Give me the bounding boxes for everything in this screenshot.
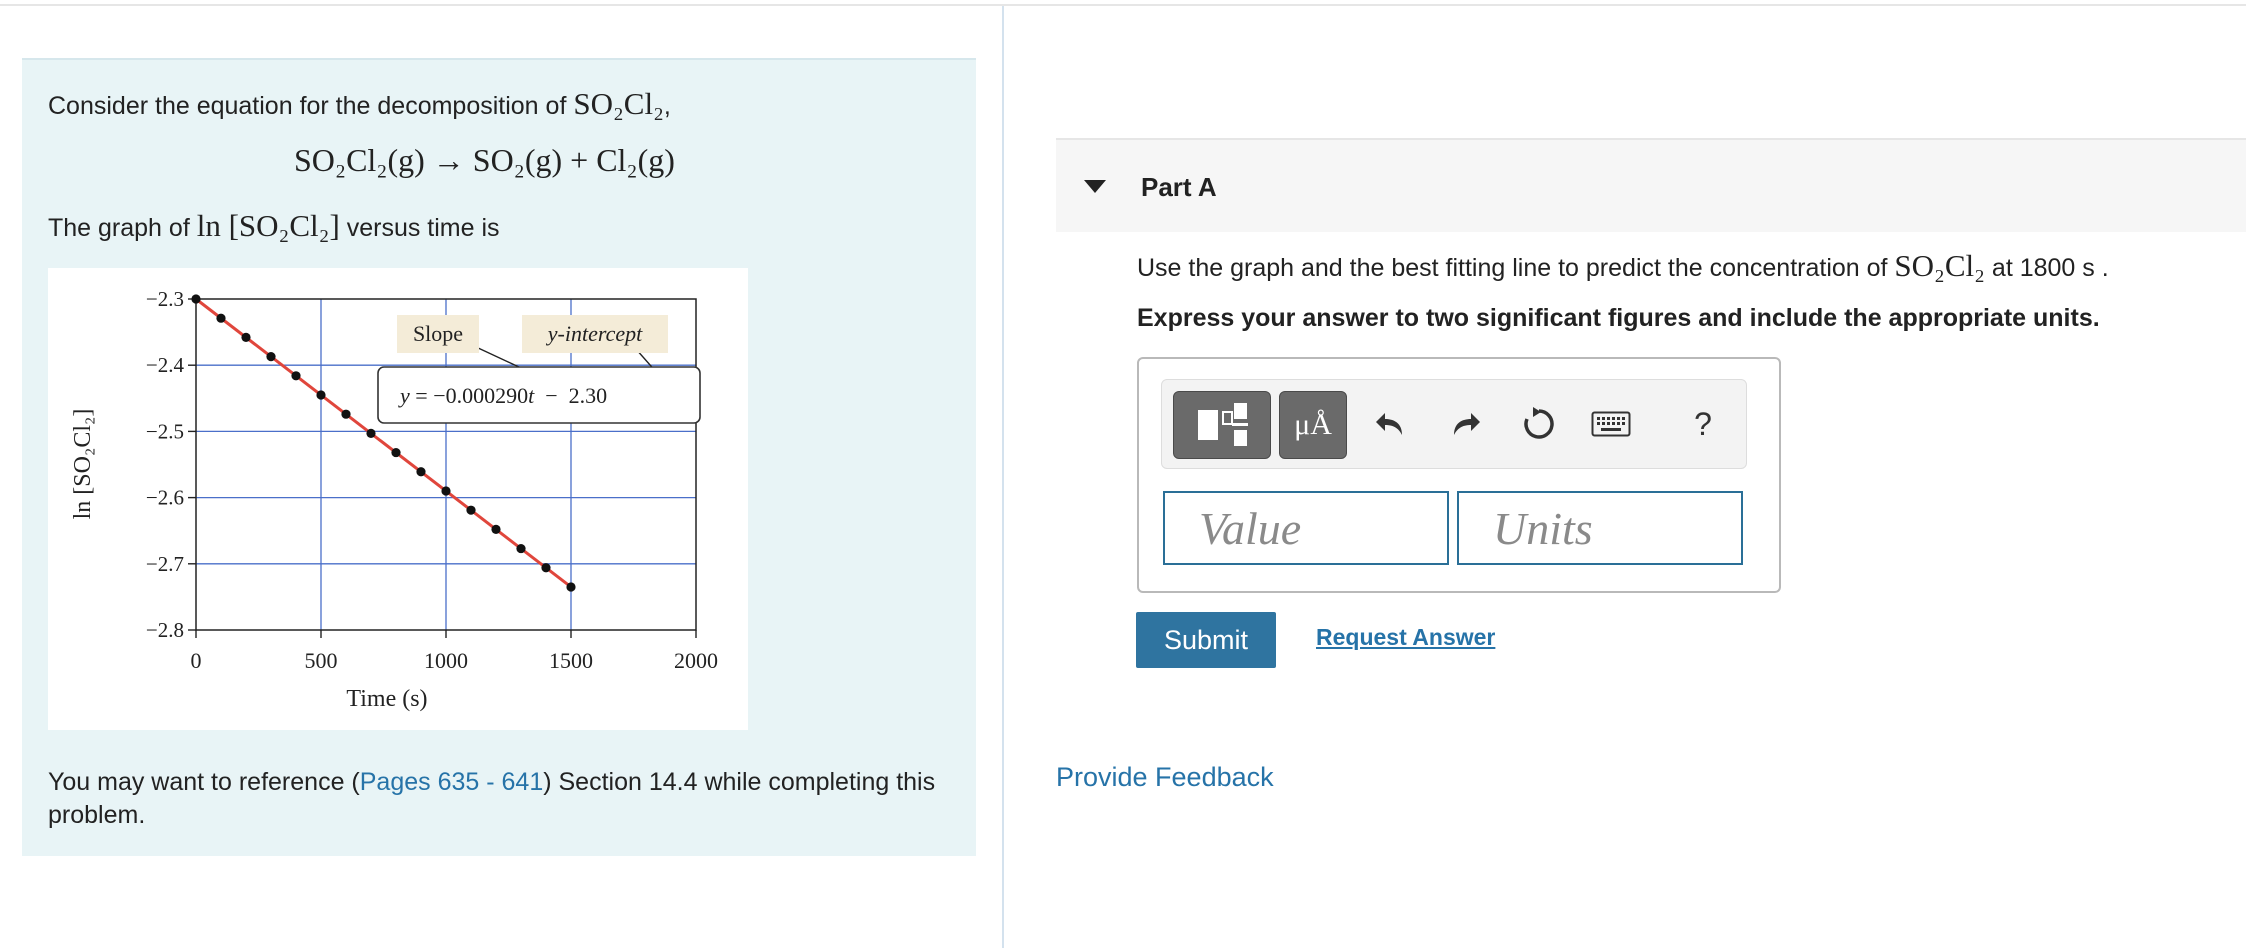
data-point	[266, 351, 276, 362]
graph-intro-text: The graph of ln [SO₂Cl₂] versus time is	[48, 208, 500, 244]
undo-button[interactable]	[1366, 391, 1416, 457]
fit-equation: y = −0.000290t − 2.30	[398, 383, 607, 408]
data-point	[341, 409, 351, 419]
y-tick-label: −2.3	[146, 287, 184, 311]
data-point	[466, 505, 476, 515]
x-tick-label: 500	[305, 648, 338, 673]
y-tick-label: −2.6	[146, 486, 184, 510]
reference-text: You may want to reference (Pages 635 - 6…	[48, 766, 948, 832]
y-tick-label: −2.4	[146, 353, 185, 377]
math-toolbar: μÅ ?	[1161, 379, 1747, 469]
instruction-text: Express your answer to two significant f…	[1137, 304, 2100, 332]
y-tick-label: −2.8	[146, 618, 184, 642]
units-button[interactable]: μÅ	[1279, 391, 1347, 459]
part-a-header[interactable]: Part A	[1056, 138, 2246, 232]
data-point	[316, 390, 326, 400]
templates-icon	[1198, 403, 1248, 446]
reset-button[interactable]	[1514, 391, 1564, 457]
graph-intro-suffix: versus time is	[339, 214, 500, 242]
reset-icon	[1524, 407, 1554, 439]
x-tick-label: 2000	[674, 648, 718, 673]
data-point	[366, 428, 376, 438]
data-point	[566, 582, 576, 592]
slope-label: Slope	[413, 321, 463, 346]
intercept-label: y-intercept	[546, 321, 643, 346]
keyboard-button[interactable]	[1586, 391, 1636, 457]
data-point	[541, 563, 551, 573]
equation-eq: =	[410, 383, 433, 408]
intro-text: Consider the equation for the decomposit…	[48, 86, 671, 122]
x-tick-label: 0	[191, 648, 202, 673]
problem-intro-panel: Consider the equation for the decomposit…	[22, 58, 976, 856]
reference-prefix: You may want to reference (	[48, 768, 360, 796]
intro-text-prefix: Consider the equation for the decomposit…	[48, 92, 574, 120]
y-tick-label: −2.5	[146, 419, 184, 443]
provide-feedback-link[interactable]: Provide Feedback	[1056, 762, 1274, 793]
units-input[interactable]	[1457, 491, 1743, 565]
question-text: Use the graph and the best fitting line …	[1137, 248, 2109, 284]
help-button[interactable]: ?	[1678, 391, 1728, 457]
question-prefix: Use the graph and the best fitting line …	[1137, 254, 1895, 282]
y-axis-label: ln [SO₂Cl₂]	[70, 409, 96, 520]
collapse-caret-icon[interactable]	[1084, 180, 1106, 193]
data-point	[491, 524, 501, 534]
value-input[interactable]	[1163, 491, 1449, 565]
best-fit-line	[195, 297, 572, 589]
data-point	[441, 486, 451, 496]
ln-concentration-vs-time-chart: −2.3 −2.4 −2.5 −2.6 −2.7 −2.8 0 500 1000 1500 200…	[70, 287, 718, 712]
x-tick-label: 1000	[424, 648, 468, 673]
data-point	[291, 371, 301, 381]
pages-link[interactable]: Pages 635 - 641	[360, 768, 543, 796]
keyboard-icon	[1591, 411, 1631, 437]
y-axis-ticks: −2.3 −2.4 −2.5 −2.6 −2.7 −2.8	[146, 287, 196, 642]
data-point	[416, 467, 426, 477]
equation-minus: −	[534, 383, 568, 408]
redo-icon	[1454, 413, 1480, 435]
x-axis-ticks: 0 500 1000 1500 2000	[191, 630, 718, 673]
graph-intro-prefix: The graph of	[48, 214, 197, 242]
templates-button[interactable]	[1173, 391, 1271, 459]
question-suffix: at 1800 s .	[1984, 254, 2109, 282]
intro-text-suffix: ,	[663, 92, 671, 120]
question-formula: SO₂Cl₂	[1894, 248, 1985, 283]
undo-icon	[1376, 413, 1402, 435]
intro-formula: SO₂Cl₂	[573, 86, 664, 121]
data-point	[516, 543, 526, 554]
equation-intercept: 2.30	[569, 383, 608, 408]
graph-figure: −2.3 −2.4 −2.5 −2.6 −2.7 −2.8 0 500 1000 1500 200…	[48, 268, 748, 730]
submit-button[interactable]: Submit	[1136, 612, 1276, 668]
panel-divider	[1002, 6, 1004, 948]
y-tick-label: −2.7	[146, 552, 184, 576]
data-point	[216, 313, 226, 323]
graph-intro-formula: ln [SO₂Cl₂]	[196, 208, 340, 243]
top-rule	[0, 4, 2246, 6]
data-point	[241, 332, 251, 342]
data-point	[191, 294, 201, 304]
redo-button[interactable]	[1440, 391, 1490, 457]
answer-box: μÅ ? Value Units	[1137, 357, 1781, 593]
data-point	[391, 447, 401, 458]
x-tick-label: 1500	[549, 648, 593, 673]
equation-y: y	[398, 383, 410, 408]
x-axis-label: Time (s)	[346, 686, 427, 712]
reaction-equation: SO₂Cl₂(g) → SO₂(g) + Cl₂(g)	[294, 142, 675, 178]
part-title: Part A	[1141, 172, 1217, 202]
request-answer-link[interactable]: Request Answer	[1316, 624, 1495, 651]
equation-slope: −0.000290	[433, 383, 528, 408]
